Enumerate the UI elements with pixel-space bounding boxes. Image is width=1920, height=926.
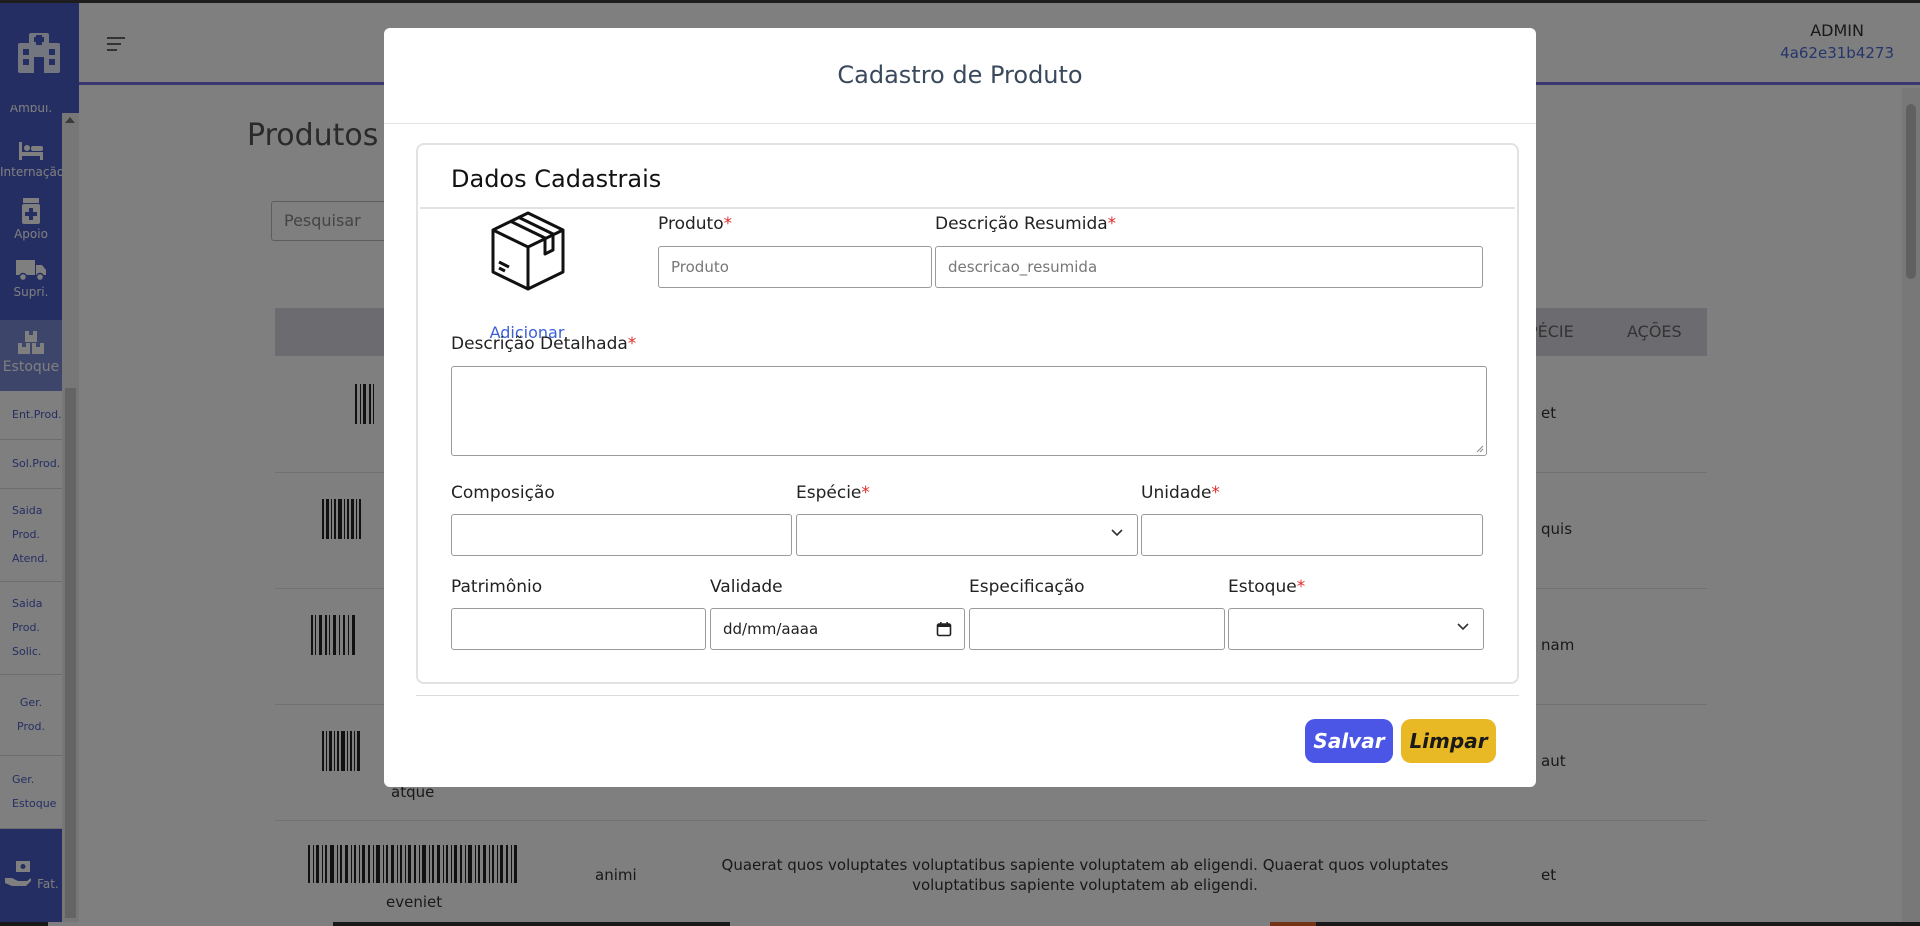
produto-input[interactable]: Produto	[658, 246, 932, 288]
validade-date-input[interactable]: dd/mm/aaaa	[710, 608, 965, 650]
clear-button[interactable]: Limpar	[1401, 719, 1496, 763]
estoque-select[interactable]	[1228, 608, 1484, 650]
descricao-resumida-input[interactable]: descricao_resumida	[935, 246, 1483, 288]
chevron-down-icon	[1111, 529, 1123, 537]
label-especie: Espécie*	[796, 483, 870, 503]
calendar-icon[interactable]	[936, 621, 952, 637]
label-composicao: Composição	[451, 483, 555, 503]
descricao-detalhada-textarea[interactable]	[451, 366, 1487, 456]
save-button[interactable]: Salvar	[1305, 719, 1393, 763]
product-box-icon[interactable]	[489, 210, 567, 292]
label-estoque: Estoque*	[1228, 577, 1306, 597]
validade-value: dd/mm/aaaa	[723, 620, 819, 638]
footer-divider	[416, 695, 1519, 696]
especie-select[interactable]	[796, 514, 1138, 556]
patrimonio-input[interactable]	[451, 608, 706, 650]
registration-card: Dados Cadastrais Adicionar Produto* Prod…	[416, 143, 1519, 684]
unidade-input[interactable]	[1141, 514, 1483, 556]
section-title: Dados Cadastrais	[420, 147, 1515, 209]
chevron-down-icon	[1457, 623, 1469, 631]
product-registration-modal: Cadastro de Produto Dados Cadastrais Adi…	[384, 28, 1536, 787]
label-especificacao: Especificação	[969, 577, 1085, 597]
label-patrimonio: Patrimônio	[451, 577, 543, 597]
label-validade: Validade	[710, 577, 783, 597]
label-descricao-detalhada: Descrição Detalhada*	[451, 334, 637, 354]
modal-title: Cadastro de Produto	[384, 28, 1536, 124]
composicao-input[interactable]	[451, 514, 792, 556]
label-unidade: Unidade*	[1141, 483, 1220, 503]
label-produto: Produto*	[658, 214, 733, 234]
especificacao-input[interactable]	[969, 608, 1225, 650]
resize-handle-icon[interactable]	[1475, 444, 1484, 453]
label-descricao-resumida: Descrição Resumida*	[935, 214, 1117, 234]
